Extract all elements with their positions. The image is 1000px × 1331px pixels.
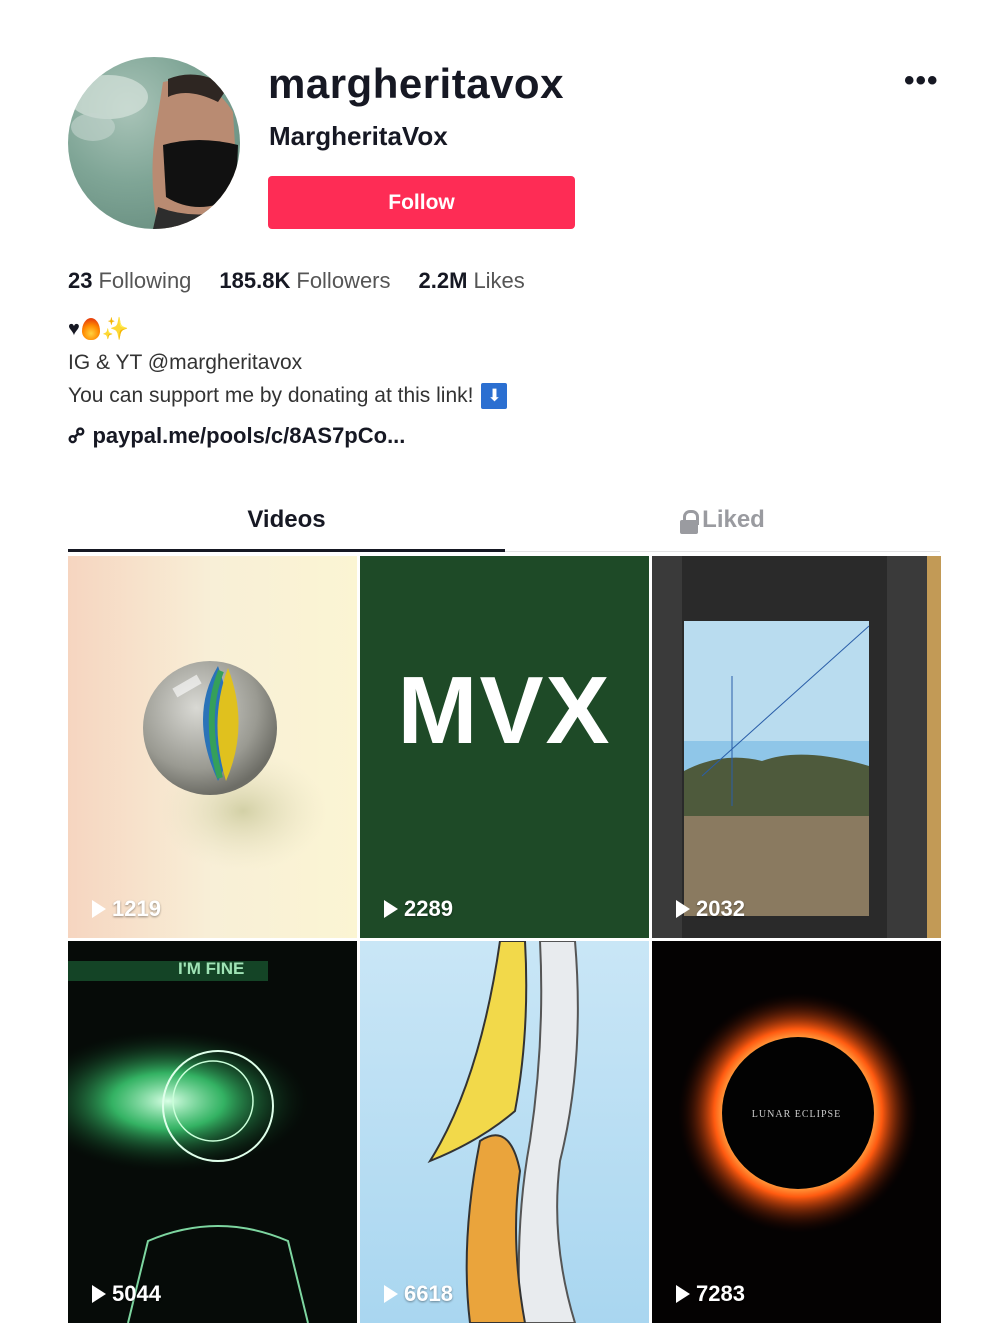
video-thumbnail[interactable]: 1219 (68, 556, 357, 938)
tab-videos[interactable]: Videos (68, 506, 505, 552)
thumbnail-text: LUNAR ECLIPSE (751, 1109, 842, 1120)
username: margherita​vox (268, 60, 564, 107)
down-arrow-icon: ⬇ (481, 383, 508, 409)
video-thumbnail[interactable]: 6618 (360, 941, 649, 1323)
nickname: MargheritaVox (269, 121, 448, 151)
view-count-value: 2289 (404, 896, 453, 921)
profile-stats: 23 Following 185.8K Followers 2.2M Likes (68, 268, 525, 294)
lock-icon (680, 510, 700, 534)
view-count: 2289 (384, 896, 453, 922)
view-count-value: 5044 (112, 1281, 161, 1306)
view-count: 2032 (676, 896, 745, 922)
likes-label: Likes (473, 268, 525, 293)
bio-text: You can support me by donating at this l… (68, 384, 474, 407)
view-count-value: 6618 (404, 1281, 453, 1306)
view-count: 7283 (676, 1281, 745, 1307)
view-count: 5044 (92, 1281, 161, 1307)
view-count: 1219 (92, 896, 161, 922)
following-label: Following (98, 268, 192, 293)
following-stat[interactable]: 23 Following (68, 268, 191, 294)
play-icon (92, 900, 106, 918)
link-icon: ⚯ (61, 420, 93, 452)
play-icon (676, 900, 690, 918)
video-thumbnail[interactable]: I'M FINE 5044 (68, 941, 357, 1323)
video-thumbnail[interactable]: MVX 2289 (360, 556, 649, 938)
play-icon (384, 1285, 398, 1303)
sparkles-icon: ✨ (101, 316, 130, 341)
video-thumbnail[interactable]: LUNAR ECLIPSE 7283 (652, 941, 941, 1323)
view-count-value: 1219 (112, 896, 161, 921)
follow-button[interactable]: Follow (268, 176, 575, 229)
view-count-value: 7283 (696, 1281, 745, 1306)
thumbnail-text: I'M FINE (178, 959, 245, 978)
play-icon (92, 1285, 106, 1303)
following-count: 23 (68, 268, 93, 293)
likes-count: 2.2M (418, 268, 468, 293)
bio-line: You can support me by donating at this l… (68, 383, 508, 409)
view-count-value: 2032 (696, 896, 745, 921)
avatar[interactable] (68, 57, 240, 229)
play-icon (676, 1285, 690, 1303)
thumbnail-text: MVX (397, 657, 612, 764)
view-count: 6618 (384, 1281, 453, 1307)
heart-icon: ♥ (68, 317, 80, 340)
tab-liked[interactable]: Liked (505, 506, 940, 552)
ellipsis-icon[interactable]: ••• (904, 64, 939, 98)
followers-label: Followers (296, 268, 391, 293)
video-thumbnail[interactable]: 2032 (652, 556, 941, 938)
play-icon (384, 900, 398, 918)
bio-link-text[interactable]: paypal.me/pools/c/8AS7pCo... (92, 423, 405, 449)
followers-count: 185.8K (219, 268, 291, 293)
fire-icon (81, 318, 100, 340)
followers-stat[interactable]: 185.8K Followers (219, 268, 390, 294)
bio-line: IG & YT @margheritavox (68, 351, 303, 374)
tab-liked-label: Liked (702, 506, 765, 533)
likes-stat: 2.2M Likes (419, 268, 525, 294)
bio-emoji-row: ♥ ✨ (68, 316, 129, 342)
bio-link[interactable]: ⚯ paypal.me/pools/c/8AS7pCo... (62, 420, 406, 451)
video-grid: 1219 MVX 2289 2032 I'M FINE 5044 6618 LU… (68, 556, 941, 1323)
